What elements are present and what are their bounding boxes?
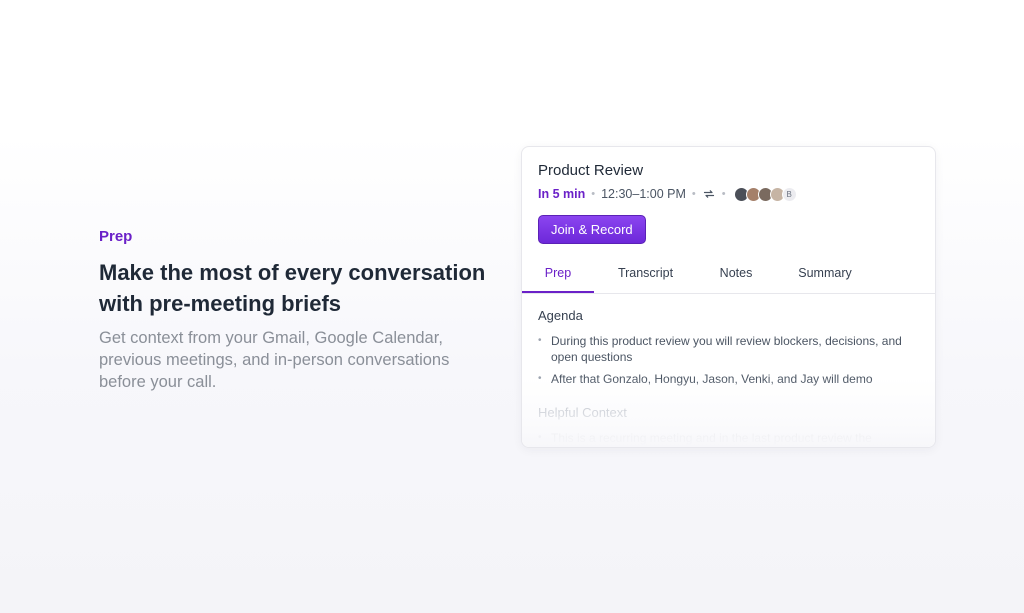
subhead-line-1: Get context from your Gmail, Google Cale… (99, 329, 443, 347)
tab-transcript[interactable]: Transcript (594, 258, 697, 293)
meeting-card: Product Review In 5 min • 12:30–1:00 PM … (521, 146, 936, 448)
section-eyebrow: Prep (99, 228, 133, 245)
attendee-avatars[interactable]: B (733, 186, 797, 202)
prep-content: Agenda During this product review you wi… (522, 294, 935, 446)
context-list: This is a recurring meeting and in the l… (538, 430, 919, 446)
agenda-heading: Agenda (538, 308, 583, 323)
meta-separator: • (691, 188, 696, 200)
subhead-line-3: before your call. (99, 373, 217, 391)
meta-separator: • (721, 188, 726, 200)
hero-headline: Make the most of every conversation with… (99, 257, 509, 319)
tab-notes[interactable]: Notes (697, 258, 775, 293)
meeting-tabs: Prep Transcript Notes Summary (522, 258, 935, 294)
list-item: After that Gonzalo, Hongyu, Jason, Venki… (538, 371, 919, 387)
list-item: This is a recurring meeting and in the l… (538, 430, 919, 446)
meta-separator: • (591, 188, 596, 200)
meeting-header: Product Review In 5 min • 12:30–1:00 PM … (522, 147, 935, 244)
starts-in-label: In 5 min (538, 187, 586, 201)
headline-line-2: with pre-meeting briefs (99, 291, 342, 316)
recurring-icon (702, 187, 716, 201)
meeting-meta: In 5 min • 12:30–1:00 PM • • B (538, 186, 919, 202)
join-and-record-button[interactable]: Join & Record (538, 215, 646, 244)
meeting-title: Product Review (538, 162, 644, 179)
hero-section: Prep Make the most of every conversation… (99, 228, 509, 393)
meeting-time: 12:30–1:00 PM (601, 187, 686, 201)
agenda-list: During this product review you will revi… (538, 333, 919, 387)
subhead-line-2: previous meetings, and in-person convers… (99, 351, 450, 369)
tab-summary[interactable]: Summary (775, 258, 875, 293)
helpful-context-heading: Helpful Context (538, 405, 627, 420)
list-item: During this product review you will revi… (538, 333, 919, 365)
avatar-initial: B (781, 186, 797, 202)
hero-subhead: Get context from your Gmail, Google Cale… (99, 327, 509, 393)
headline-line-1: Make the most of every conversation (99, 260, 486, 285)
tab-prep[interactable]: Prep (522, 258, 594, 293)
